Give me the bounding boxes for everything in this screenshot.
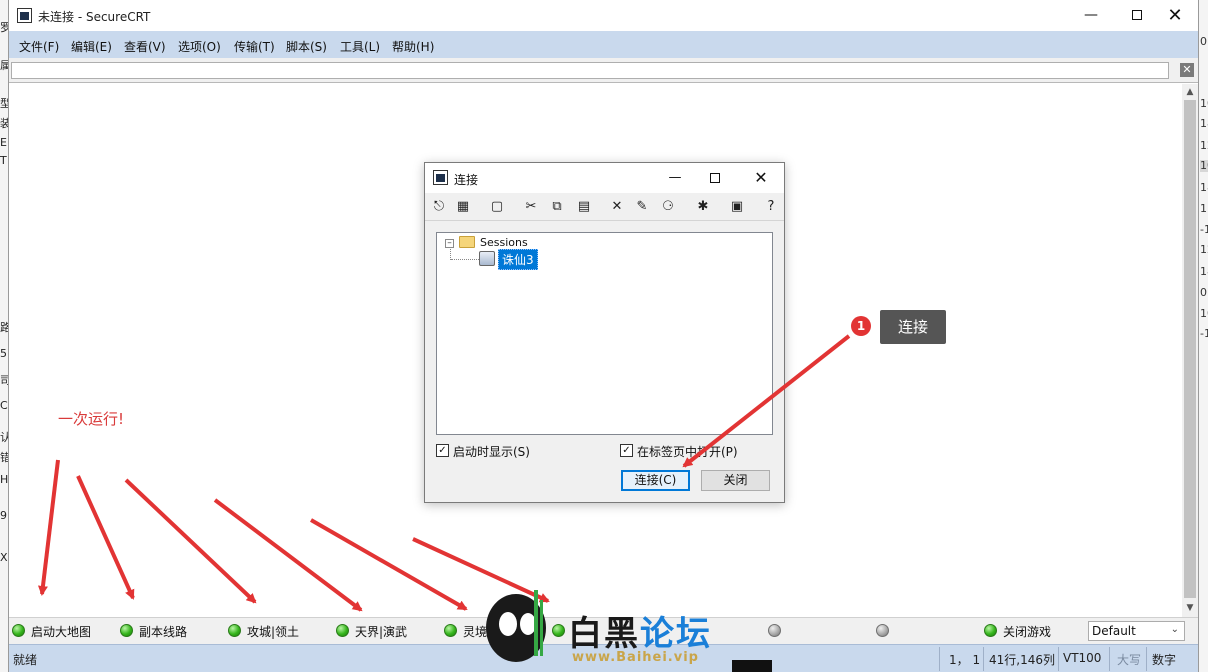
button-bar-select[interactable]: Default ⌄	[1088, 621, 1185, 641]
menu-bar: 文件(F) 编辑(E) 查看(V) 选项(O) 传输(T) 脚本(S) 工具(L…	[9, 31, 1198, 58]
connect-in-tab-icon[interactable]: ▦	[454, 198, 472, 216]
checkmark-icon: ✓	[436, 444, 449, 457]
command-bar: ✕	[9, 58, 1198, 83]
command-input[interactable]	[11, 62, 1169, 79]
status-bar: 就绪 1， 1 41行,146列 VT100 大写 数字	[9, 644, 1198, 672]
dark-corner	[732, 660, 772, 672]
connect-dialog: 连接 — ✕ ⎋ ▦ ▢ ✂ ⧉ ▤ ✕ ✎ ⚆ ✱ ▣ ? – Session…	[424, 162, 785, 503]
button-bar: 启动大地图 副本线路 攻城|领土 天界|演武 灵境副本 关闭游戏 Default…	[9, 617, 1198, 644]
find-icon[interactable]: ⚆	[659, 198, 677, 216]
dialog-title-bar: 连接 — ✕	[425, 163, 784, 193]
gray-led-icon	[768, 624, 781, 637]
status-cursor-pos: 1， 1	[949, 653, 981, 667]
annotation-note: 一次运行!	[58, 410, 125, 428]
session-tree[interactable]: – Sessions 诛仙3	[436, 232, 773, 435]
green-led-icon	[336, 624, 349, 637]
menu-help[interactable]: 帮助(H)	[392, 38, 434, 55]
vertical-scrollbar[interactable]: ▲ ▼	[1182, 84, 1198, 617]
properties-icon[interactable]: ✎	[633, 198, 651, 216]
green-led-icon	[552, 624, 565, 637]
tree-root-sessions[interactable]: Sessions	[480, 236, 528, 249]
menu-tools[interactable]: 工具(L)	[340, 38, 380, 55]
securecrt-app-icon	[17, 8, 32, 23]
window-title: 未连接 - SecureCRT	[38, 10, 151, 24]
dialog-toolbar: ⎋ ▦ ▢ ✂ ⧉ ▤ ✕ ✎ ⚆ ✱ ▣ ?	[425, 193, 784, 221]
help-icon[interactable]: ?	[762, 198, 780, 216]
maximize-icon	[1132, 10, 1142, 20]
checkmark-icon: ✓	[620, 444, 633, 457]
session-icon	[479, 251, 495, 266]
status-terminal-type: VT100	[1063, 651, 1102, 665]
create-shortcut-icon[interactable]: ▣	[728, 198, 746, 216]
menu-script[interactable]: 脚本(S)	[286, 38, 327, 55]
menu-edit[interactable]: 编辑(E)	[71, 38, 112, 55]
minimize-button[interactable]: —	[1068, 0, 1114, 31]
green-led-icon	[984, 624, 997, 637]
collapse-icon[interactable]: –	[445, 239, 454, 248]
dialog-maximize-button[interactable]	[695, 163, 735, 193]
dialog-close-button[interactable]: ✕	[741, 163, 781, 193]
background-window-right: 010181210181:-112180:10-1	[1198, 0, 1208, 672]
green-led-icon	[228, 624, 241, 637]
status-ready: 就绪	[13, 653, 38, 667]
dialog-app-icon	[433, 170, 448, 185]
tree-item-session[interactable]: 诛仙3	[498, 249, 538, 270]
new-session-icon[interactable]: ▢	[488, 198, 506, 216]
close-window-button[interactable]: ✕	[1152, 0, 1198, 31]
maximize-icon	[710, 172, 720, 183]
green-led-icon	[120, 624, 133, 637]
new-folder-icon[interactable]: ✱	[694, 198, 712, 216]
menu-options[interactable]: 选项(O)	[178, 38, 221, 55]
quick-connect-icon[interactable]: ⎋	[430, 198, 448, 216]
dialog-title: 连接	[454, 173, 479, 187]
connect-button[interactable]: 连接(C)	[621, 470, 690, 491]
folder-icon	[459, 236, 475, 248]
dialog-close-text-button[interactable]: 关闭	[701, 470, 770, 491]
background-window-left: 罗属型装ET路5)司C(认错H9X)	[0, 0, 9, 672]
green-led-icon	[444, 624, 457, 637]
gray-led-icon	[876, 624, 889, 637]
dialog-minimize-button[interactable]: —	[655, 163, 695, 193]
menu-file[interactable]: 文件(F)	[19, 38, 59, 55]
scroll-up-icon[interactable]: ▲	[1182, 84, 1198, 100]
title-bar: 未连接 - SecureCRT — ✕	[9, 0, 1198, 31]
cut-icon[interactable]: ✂	[522, 198, 540, 216]
scroll-down-icon[interactable]: ▼	[1182, 600, 1198, 616]
step-number-badge: 1	[851, 316, 871, 336]
close-command-bar-icon[interactable]: ✕	[1180, 63, 1194, 77]
copy-icon[interactable]: ⧉	[548, 198, 566, 216]
paste-icon[interactable]: ▤	[575, 198, 593, 216]
step-callout: 连接	[880, 310, 946, 344]
status-caps: 大写	[1117, 653, 1142, 667]
status-num: 数字	[1152, 653, 1177, 667]
chevron-down-icon: ⌄	[1170, 624, 1179, 635]
green-led-icon	[12, 624, 25, 637]
scroll-thumb[interactable]	[1184, 100, 1196, 598]
menu-transfer[interactable]: 传输(T)	[234, 38, 275, 55]
status-size: 41行,146列	[989, 653, 1055, 667]
delete-icon[interactable]: ✕	[608, 198, 626, 216]
menu-view[interactable]: 查看(V)	[124, 38, 166, 55]
